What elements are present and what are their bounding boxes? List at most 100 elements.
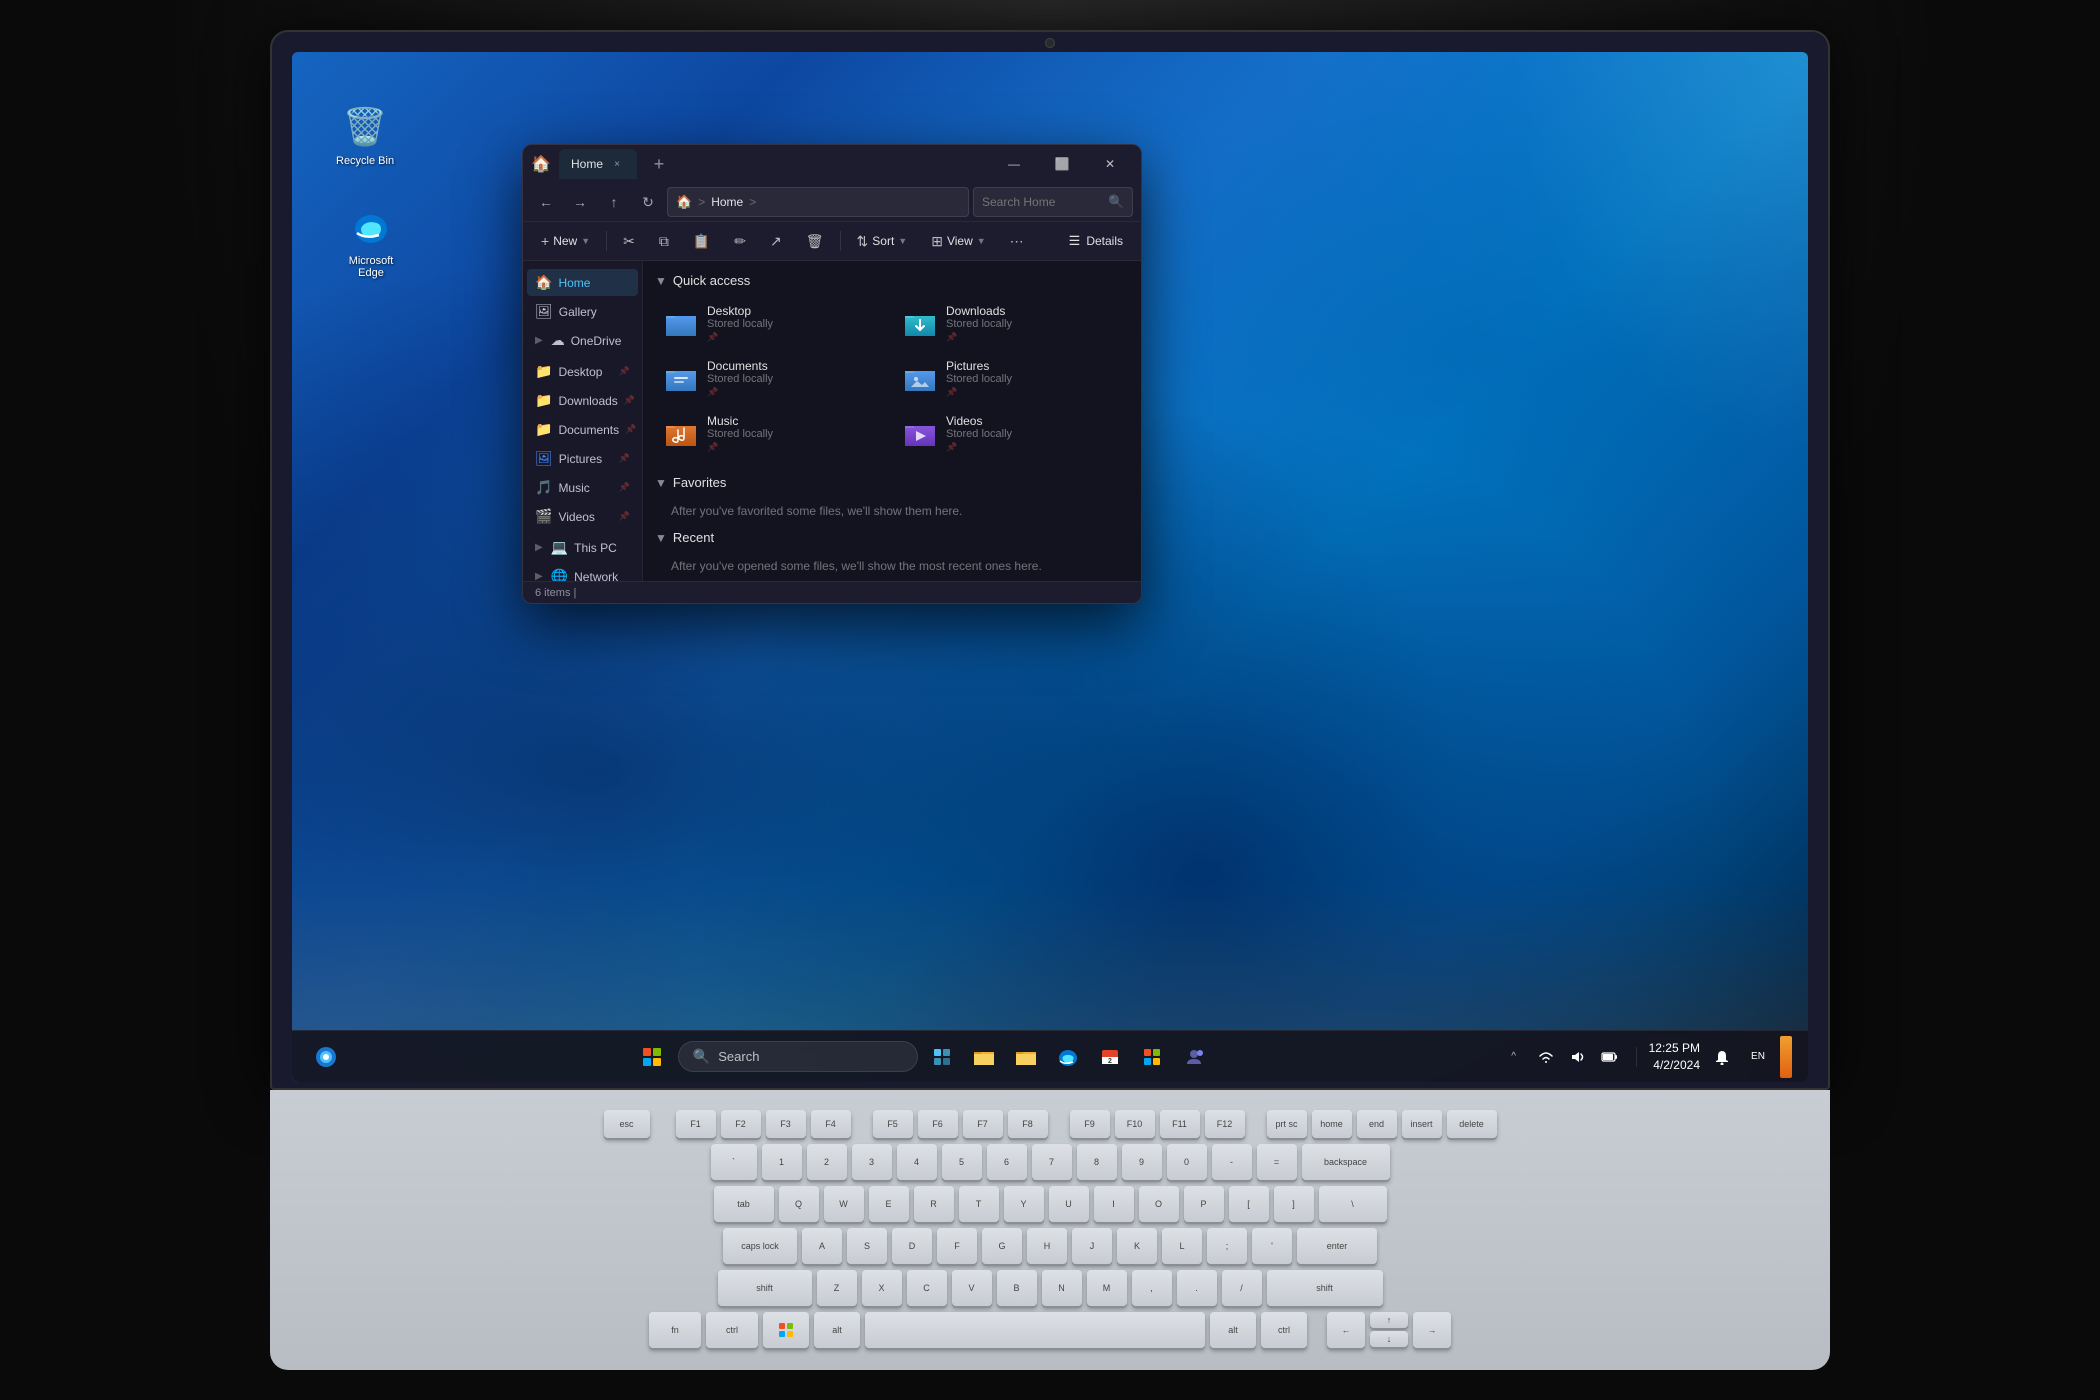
key-comma[interactable]: , [1132, 1270, 1172, 1306]
key-quote[interactable]: ' [1252, 1228, 1292, 1264]
sidebar-item-pictures[interactable]: 🖼 Pictures 📌 [527, 445, 638, 472]
sidebar-item-home[interactable]: 🏠 Home [527, 269, 638, 296]
key-rshift[interactable]: shift [1267, 1270, 1383, 1306]
quick-item-videos[interactable]: Videos Stored locally 📌 [894, 408, 1129, 459]
recent-header[interactable]: ▼ Recent [655, 530, 1129, 545]
favorites-header[interactable]: ▼ Favorites [655, 475, 1129, 490]
key-3[interactable]: 3 [852, 1144, 892, 1180]
key-f[interactable]: F [937, 1228, 977, 1264]
quick-access-header[interactable]: ▼ Quick access [655, 273, 1129, 288]
paste-button[interactable]: 📋 [683, 226, 720, 256]
key-right[interactable]: → [1413, 1312, 1451, 1348]
key-1[interactable]: 1 [762, 1144, 802, 1180]
more-button[interactable]: ⋯ [1000, 226, 1034, 256]
volume-icon[interactable] [1564, 1043, 1592, 1071]
key-y[interactable]: Y [1004, 1186, 1044, 1222]
share-button[interactable]: ↗ [760, 226, 792, 256]
sidebar-item-this-pc[interactable]: ▶ 💻 This PC [527, 534, 638, 561]
edge-taskbar[interactable] [1050, 1039, 1086, 1075]
key-m[interactable]: M [1087, 1270, 1127, 1306]
key-rctrl[interactable]: ctrl [1261, 1312, 1307, 1348]
battery-icon[interactable] [1596, 1043, 1624, 1071]
tab-home[interactable]: Home × [559, 149, 637, 179]
key-f3[interactable]: F3 [766, 1110, 806, 1138]
key-lbracket[interactable]: [ [1229, 1186, 1269, 1222]
key-r[interactable]: R [914, 1186, 954, 1222]
desktop-icon-recycle-bin[interactable]: 🗑️ Recycle Bin [330, 97, 400, 173]
taskbar-search[interactable]: 🔍 Search [678, 1041, 918, 1072]
quick-item-downloads[interactable]: Downloads Stored locally 📌 [894, 298, 1129, 349]
key-backspace[interactable]: backspace [1302, 1144, 1390, 1180]
key-left[interactable]: ← [1327, 1312, 1365, 1348]
key-n[interactable]: N [1042, 1270, 1082, 1306]
key-equals[interactable]: = [1257, 1144, 1297, 1180]
key-lwin[interactable] [763, 1312, 809, 1348]
search-box[interactable]: 🔍 [973, 187, 1133, 217]
key-z[interactable]: Z [817, 1270, 857, 1306]
start-button[interactable] [632, 1037, 672, 1077]
key-f6[interactable]: F6 [918, 1110, 958, 1138]
key-4[interactable]: 4 [897, 1144, 937, 1180]
key-backslash[interactable]: \ [1319, 1186, 1387, 1222]
tab-new-button[interactable]: + [645, 150, 673, 178]
quick-item-desktop[interactable]: Desktop Stored locally 📌 [655, 298, 890, 349]
key-f12[interactable]: F12 [1205, 1110, 1245, 1138]
sidebar-item-network[interactable]: ▶ 🌐 Network [527, 563, 638, 581]
notification-button[interactable] [1708, 1043, 1736, 1071]
view-button[interactable]: ⊞ View ▼ [921, 226, 995, 256]
key-k[interactable]: K [1117, 1228, 1157, 1264]
key-up[interactable]: ↑ [1370, 1312, 1408, 1328]
file-explorer-taskbar[interactable] [966, 1039, 1002, 1075]
key-end[interactable]: end [1357, 1110, 1397, 1138]
maximize-button[interactable]: ⬜ [1039, 149, 1085, 179]
key-h[interactable]: H [1027, 1228, 1067, 1264]
sidebar-item-gallery[interactable]: 🖼 Gallery [527, 298, 638, 325]
quick-item-music[interactable]: Music Stored locally 📌 [655, 408, 890, 459]
key-s[interactable]: S [847, 1228, 887, 1264]
key-v[interactable]: V [952, 1270, 992, 1306]
key-backtick[interactable]: ` [711, 1144, 757, 1180]
key-lctrl[interactable]: ctrl [706, 1312, 758, 1348]
key-0[interactable]: 0 [1167, 1144, 1207, 1180]
copy-button[interactable]: ⧉ [649, 226, 679, 256]
key-slash[interactable]: / [1222, 1270, 1262, 1306]
key-e[interactable]: E [869, 1186, 909, 1222]
key-6[interactable]: 6 [987, 1144, 1027, 1180]
sidebar-item-desktop[interactable]: 📁 Desktop 📌 [527, 358, 638, 385]
key-f7[interactable]: F7 [963, 1110, 1003, 1138]
rename-button[interactable]: ✏ [724, 226, 756, 256]
key-2[interactable]: 2 [807, 1144, 847, 1180]
key-p[interactable]: P [1184, 1186, 1224, 1222]
search-input[interactable] [982, 195, 1102, 209]
key-semicolon[interactable]: ; [1207, 1228, 1247, 1264]
key-f8[interactable]: F8 [1008, 1110, 1048, 1138]
key-lalt[interactable]: alt [814, 1312, 860, 1348]
sidebar-item-videos[interactable]: 🎬 Videos 📌 [527, 503, 638, 530]
delete-button[interactable]: 🗑 [796, 226, 834, 256]
key-5[interactable]: 5 [942, 1144, 982, 1180]
key-w[interactable]: W [824, 1186, 864, 1222]
key-capslock[interactable]: caps lock [723, 1228, 797, 1264]
sidebar-item-onedrive[interactable]: ▶ ☁ OneDrive [527, 327, 638, 354]
sort-button[interactable]: ⇅ Sort ▼ [847, 226, 918, 256]
key-space[interactable] [865, 1312, 1205, 1348]
key-u[interactable]: U [1049, 1186, 1089, 1222]
language-indicator[interactable]: EN [1744, 1043, 1772, 1071]
address-bar[interactable]: 🏠 > Home > [667, 187, 969, 217]
folder-taskbar[interactable] [1008, 1039, 1044, 1075]
cut-button[interactable]: ✂ [613, 226, 645, 256]
calendar-taskbar[interactable]: 2 [1092, 1039, 1128, 1075]
sidebar-item-downloads[interactable]: 📁 Downloads 📌 [527, 387, 638, 414]
key-i[interactable]: I [1094, 1186, 1134, 1222]
up-button[interactable]: ↑ [599, 187, 629, 217]
key-g[interactable]: G [982, 1228, 1022, 1264]
desktop-icon-edge[interactable]: Microsoft Edge [330, 197, 412, 285]
key-q[interactable]: Q [779, 1186, 819, 1222]
new-button[interactable]: + New ▼ [531, 226, 600, 256]
store-taskbar[interactable] [1134, 1039, 1170, 1075]
key-a[interactable]: A [802, 1228, 842, 1264]
quick-item-pictures[interactable]: Pictures Stored locally 📌 [894, 353, 1129, 404]
key-8[interactable]: 8 [1077, 1144, 1117, 1180]
sidebar-item-music[interactable]: 🎵 Music 📌 [527, 474, 638, 501]
key-f1[interactable]: F1 [676, 1110, 716, 1138]
